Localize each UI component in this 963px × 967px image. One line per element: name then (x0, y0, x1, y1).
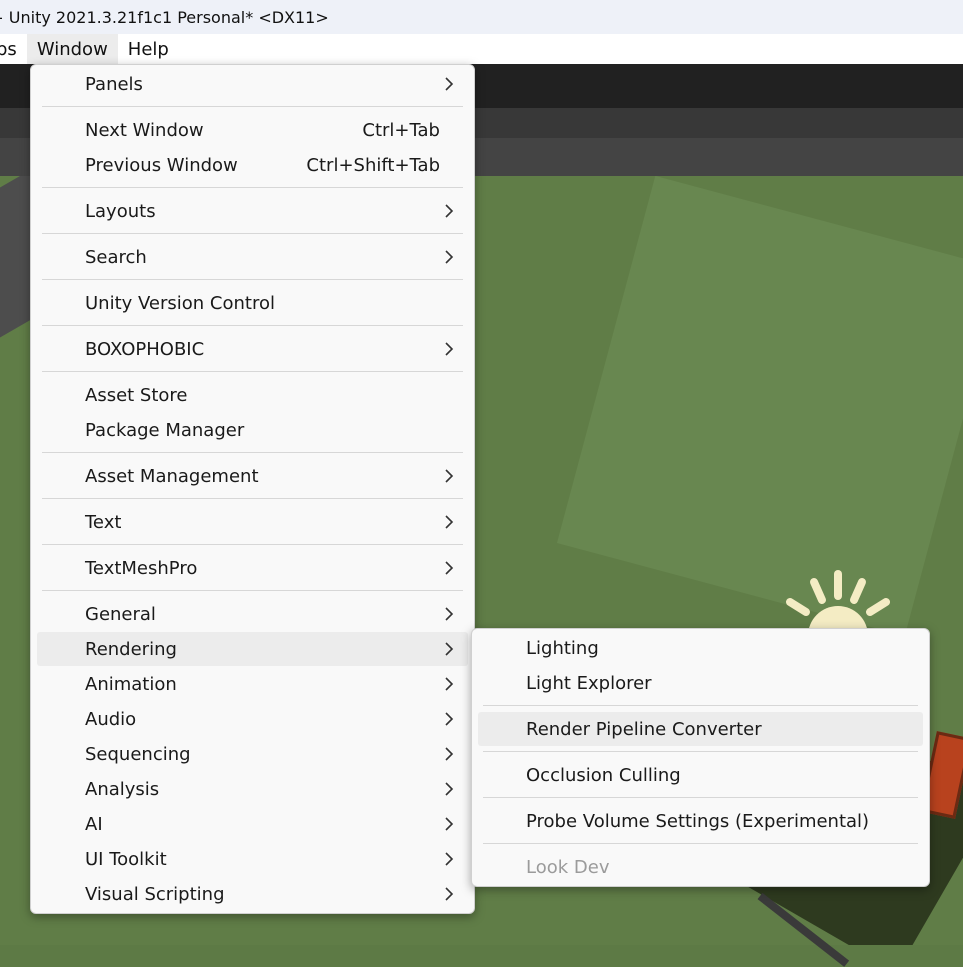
submenu-item-occlusion-culling[interactable]: Occlusion Culling (478, 758, 923, 792)
menu-item-previous-window[interactable]: Previous Window Ctrl+Shift+Tab (37, 148, 468, 182)
menu-separator (42, 187, 463, 188)
menu-separator (483, 797, 918, 798)
chevron-right-icon (445, 204, 454, 218)
menu-window[interactable]: Window (26, 34, 118, 64)
chevron-right-icon (445, 469, 454, 483)
menu-separator (42, 371, 463, 372)
menu-help[interactable]: Help (118, 34, 179, 64)
menu-separator (483, 843, 918, 844)
shortcut-label: Ctrl+Shift+Tab (306, 154, 440, 176)
menu-item-ai[interactable]: AI (37, 807, 468, 841)
submenu-item-look-dev: Look Dev (526, 856, 610, 878)
chevron-right-icon (445, 250, 454, 264)
menu-separator (42, 590, 463, 591)
menu-item-textmeshpro[interactable]: TextMeshPro (37, 551, 468, 585)
chevron-right-icon (445, 342, 454, 356)
window-title: Unity 2021.3.21f1c1 Personal* <DX11> (8, 7, 329, 27)
chevron-right-icon (445, 747, 454, 761)
chevron-right-icon (445, 782, 454, 796)
chevron-right-icon (445, 77, 454, 91)
menu-item-panels[interactable]: Panels (37, 67, 468, 101)
menu-item-boxophobic[interactable]: BOXOPHOBIC (37, 332, 468, 366)
menu-separator (42, 279, 463, 280)
window-menu: Panels Next Window Ctrl+Tab Previous Win… (30, 64, 475, 914)
menu-item-search[interactable]: Search (37, 240, 468, 274)
menu-separator (42, 325, 463, 326)
menu-item-next-window[interactable]: Next Window Ctrl+Tab (37, 113, 468, 147)
menu-item-sequencing[interactable]: Sequencing (37, 737, 468, 771)
chevron-right-icon (445, 712, 454, 726)
menu-item-audio[interactable]: Audio (37, 702, 468, 736)
menu-prefabs[interactable]: bs (0, 34, 27, 64)
submenu-item-render-pipeline-converter[interactable]: Render Pipeline Converter (478, 712, 923, 746)
menu-separator (42, 106, 463, 107)
menu-item-general[interactable]: General (37, 597, 468, 631)
sun-gizmo-icon[interactable] (782, 566, 894, 636)
chevron-right-icon (445, 852, 454, 866)
menu-item-rendering[interactable]: Rendering (37, 632, 468, 666)
menu-separator (483, 705, 918, 706)
menu-item-package-manager[interactable]: Package Manager (37, 413, 468, 447)
menu-item-analysis[interactable]: Analysis (37, 772, 468, 806)
title-dash: - (0, 8, 3, 27)
menu-item-layouts[interactable]: Layouts (37, 194, 468, 228)
submenu-item-lighting[interactable]: Lighting (478, 631, 923, 665)
submenu-item-light-explorer[interactable]: Light Explorer (478, 666, 923, 700)
chevron-right-icon (445, 642, 454, 656)
chevron-right-icon (445, 607, 454, 621)
menu-item-animation[interactable]: Animation (37, 667, 468, 701)
menu-bar: bs Window Help (0, 34, 963, 64)
menu-separator (42, 498, 463, 499)
menu-separator (483, 751, 918, 752)
menu-item-unity-version-control[interactable]: Unity Version Control (37, 286, 468, 320)
menu-separator (42, 233, 463, 234)
menu-separator (42, 544, 463, 545)
menu-item-visual-scripting[interactable]: Visual Scripting (37, 877, 468, 911)
menu-separator (42, 452, 463, 453)
chevron-right-icon (445, 515, 454, 529)
menu-item-asset-management[interactable]: Asset Management (37, 459, 468, 493)
menu-item-ui-toolkit[interactable]: UI Toolkit (37, 842, 468, 876)
chevron-right-icon (445, 677, 454, 691)
chevron-right-icon (445, 561, 454, 575)
chevron-right-icon (445, 817, 454, 831)
submenu-item-probe-volume-settings[interactable]: Probe Volume Settings (Experimental) (478, 804, 923, 838)
scene-geometry-light (556, 176, 963, 637)
shortcut-label: Ctrl+Tab (362, 119, 440, 141)
rendering-submenu: Lighting Light Explorer Render Pipeline … (471, 628, 930, 887)
title-bar: - Unity 2021.3.21f1c1 Personal* <DX11> (0, 0, 963, 34)
chevron-right-icon (445, 887, 454, 901)
menu-item-asset-store[interactable]: Asset Store (37, 378, 468, 412)
menu-item-text[interactable]: Text (37, 505, 468, 539)
